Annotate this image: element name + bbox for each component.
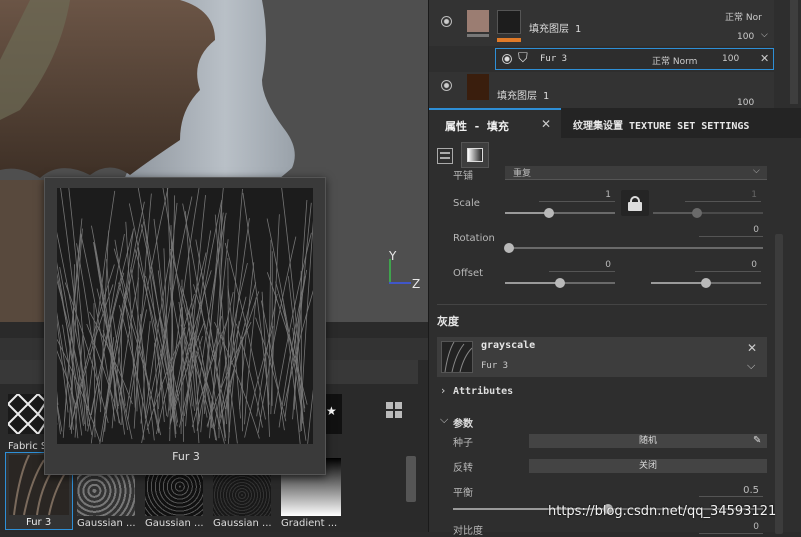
visibility-icon[interactable]	[441, 16, 452, 27]
shelf-item-label: Fabric S	[8, 441, 48, 452]
fur-texture-preview	[57, 188, 313, 444]
shelf-item-label: Fur 3	[26, 517, 52, 528]
resource-title: grayscale	[481, 340, 536, 351]
axis-gizmo: Y Z	[387, 249, 420, 291]
chevron-down-icon[interactable]: ⌵	[440, 413, 448, 427]
close-icon[interactable]: ✕	[747, 341, 757, 355]
tab-texture-set[interactable]: 纹理集设置 TEXTURE SET SETTINGS	[565, 108, 801, 138]
balance-label: 平衡	[453, 488, 473, 499]
attributes-group[interactable]: Attributes	[453, 386, 513, 397]
preview-caption: Fur 3	[172, 450, 200, 463]
contrast-value[interactable]: 0	[699, 522, 763, 534]
grid-view-icon[interactable]	[386, 402, 402, 418]
scale-label: Scale	[453, 198, 480, 209]
shelf-item-label: Gaussian ...	[213, 518, 272, 529]
layer-name[interactable]: 填充图层 1	[529, 20, 581, 35]
layer-stack: 填充图层 1 正常 Nor 100 ⌵ ⛉ Fur 3 正常 Norm 100 …	[429, 0, 801, 108]
invert-label: 反转	[453, 463, 473, 474]
layer-row[interactable]: 填充图层 1 正常 Nor 100 ⌵	[429, 0, 774, 46]
layer-opacity[interactable]: 100	[737, 32, 754, 42]
pencil-icon[interactable]: ✎	[753, 434, 761, 448]
offset-y-value[interactable]: 0	[695, 260, 761, 272]
tab-bar: 属性 - 填充 ✕ 纹理集设置 TEXTURE SET SETTINGS	[429, 108, 801, 138]
effect-name: Fur 3	[540, 54, 568, 64]
effect-opacity[interactable]: 100	[722, 54, 739, 64]
projection-value: 重复	[513, 169, 532, 179]
axis-z-label: Z	[412, 277, 421, 291]
texture-preview-popup: Fur 3	[44, 177, 326, 475]
rotation-label: Rotation	[453, 233, 495, 244]
layer-thumb-bar	[467, 34, 489, 37]
invert-value: 关闭	[638, 461, 657, 471]
scale-slider[interactable]	[505, 208, 615, 218]
layer-row[interactable]: 填充图层 1 100	[429, 72, 774, 108]
shelf-scrollbar[interactable]	[406, 456, 416, 502]
projection-label: 平铺	[453, 171, 473, 182]
watermark-text: https://blog.csdn.net/qq_34593121	[548, 504, 777, 519]
invert-toggle[interactable]: 关闭	[529, 459, 767, 473]
offset-x-slider[interactable]	[505, 278, 615, 288]
layer-opacity[interactable]: 100	[737, 98, 754, 108]
effect-row[interactable]: ⛉ Fur 3 正常 Norm 100 ✕	[495, 48, 774, 70]
seed-random-button[interactable]: 随机 ✎	[529, 434, 767, 448]
grayscale-section-title: 灰度	[437, 315, 459, 328]
shelf-item-gaussian-3[interactable]	[213, 474, 271, 516]
seed-label: 种子	[453, 438, 473, 449]
shelf-item-gaussian-1[interactable]	[77, 474, 135, 516]
properties-content: 平铺 重复 ⌵ Scale 1 1 Rotation 0 Offset 0 0 …	[429, 166, 801, 537]
resource-name: Fur 3	[481, 361, 509, 371]
visibility-icon[interactable]	[441, 80, 452, 91]
rotation-slider[interactable]	[504, 243, 763, 253]
shelf-item-label: Gradient ...	[281, 518, 338, 529]
visibility-icon[interactable]	[502, 54, 512, 64]
material-icon[interactable]	[437, 148, 453, 164]
params-group[interactable]: 参数	[453, 415, 473, 430]
shelf-item-fabric[interactable]	[6, 392, 48, 436]
gradient-icon[interactable]	[461, 142, 489, 168]
layer-color-thumb	[467, 10, 489, 32]
chevron-down-icon[interactable]: ⌵	[747, 359, 755, 373]
blend-mode[interactable]: 正常 Norm	[652, 54, 697, 67]
shelf-item-label: Gaussian ...	[145, 518, 204, 529]
close-icon[interactable]: ✕	[760, 52, 769, 65]
scale-value-2[interactable]: 1	[685, 190, 761, 202]
chevron-right-icon[interactable]: ›	[441, 384, 445, 397]
projection-dropdown[interactable]: 重复 ⌵	[505, 166, 767, 180]
axis-y-label: Y	[389, 249, 397, 263]
offset-label: Offset	[453, 268, 484, 279]
contrast-label: 对比度	[453, 526, 483, 537]
close-icon[interactable]: ✕	[541, 117, 551, 131]
chevron-down-icon[interactable]: ⌵	[761, 30, 768, 40]
shelf-item-gaussian-2[interactable]	[145, 474, 203, 516]
seed-value: 随机	[638, 436, 657, 446]
right-panel: 填充图层 1 正常 Nor 100 ⌵ ⛉ Fur 3 正常 Norm 100 …	[428, 0, 801, 537]
chevron-down-icon: ⌵	[753, 166, 760, 176]
layer-color-thumb	[467, 74, 489, 100]
fill-bucket-icon: ⛉	[518, 51, 528, 66]
layer-scrollbar[interactable]	[790, 0, 798, 104]
tab-label: 属性 - 填充	[445, 120, 509, 133]
resource-thumb	[441, 341, 473, 373]
offset-y-slider[interactable]	[651, 278, 761, 288]
mask-thumb[interactable]	[497, 10, 521, 34]
tab-properties[interactable]: 属性 - 填充 ✕	[429, 108, 561, 138]
divider	[437, 304, 767, 305]
blend-mode[interactable]: 正常 Nor	[725, 10, 762, 23]
layer-name[interactable]: 填充图层 1	[497, 87, 549, 102]
shelf-item-label: Gaussian ...	[77, 518, 136, 529]
scale-value[interactable]: 1	[539, 190, 615, 202]
properties-scrollbar[interactable]	[775, 234, 783, 534]
scale-slider-2[interactable]	[653, 208, 763, 218]
rotation-value[interactable]: 0	[699, 225, 763, 237]
mask-indicator	[497, 38, 521, 42]
balance-value[interactable]: 0.5	[699, 485, 763, 497]
lock-icon[interactable]	[621, 190, 649, 216]
tab-label: 纹理集设置 TEXTURE SET SETTINGS	[573, 121, 750, 132]
offset-x-value[interactable]: 0	[549, 260, 615, 272]
grayscale-resource-slot[interactable]: grayscale Fur 3 ✕ ⌵	[437, 337, 767, 377]
